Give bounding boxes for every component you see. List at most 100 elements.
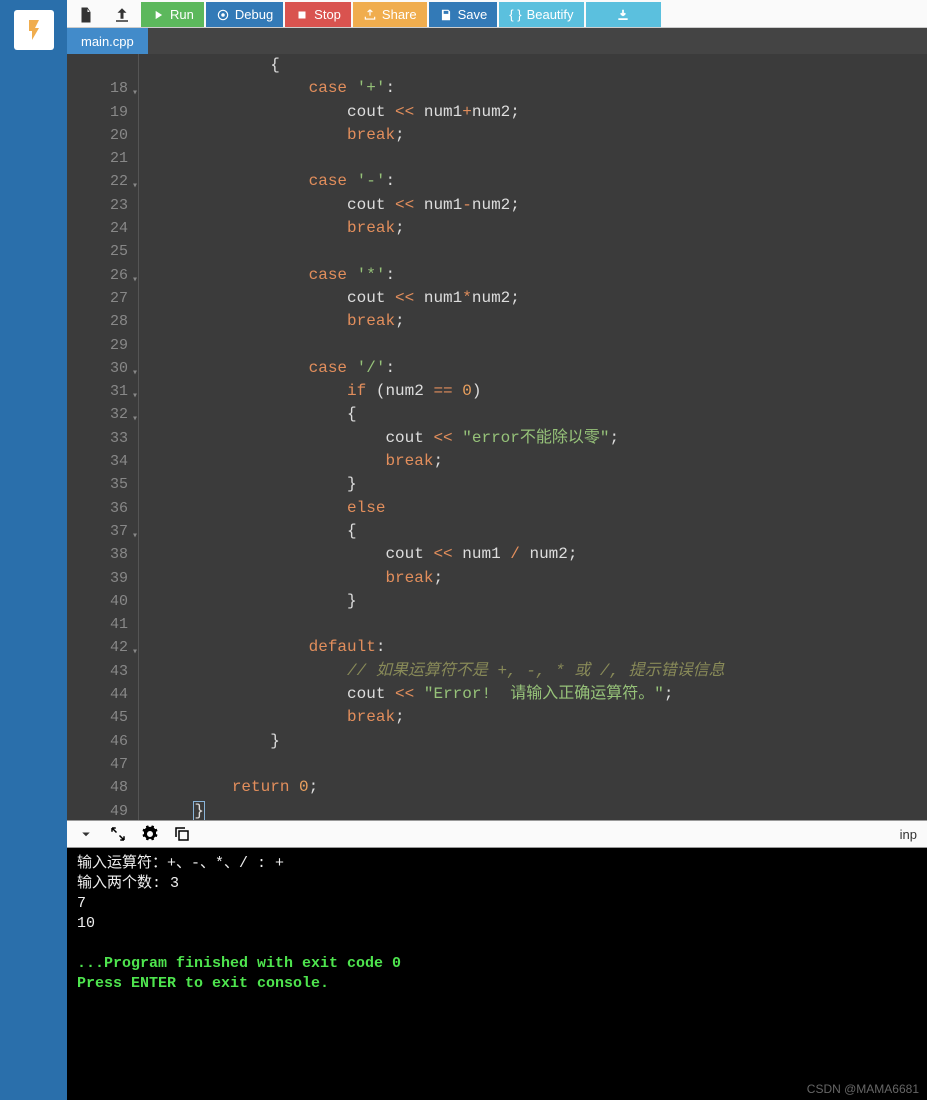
sidebar <box>0 0 67 1100</box>
code-line[interactable] <box>155 147 927 170</box>
line-number: 32▾ <box>67 403 128 426</box>
tab-bar: main.cpp <box>67 28 927 54</box>
line-number: 28 <box>67 310 128 333</box>
code-line[interactable]: cout << "Error! 请输入正确运算符。"; <box>155 683 927 706</box>
tab-main-cpp[interactable]: main.cpp <box>67 28 148 54</box>
code-line[interactable]: } <box>155 730 927 753</box>
line-number: 19 <box>67 101 128 124</box>
stop-button[interactable]: Stop <box>285 2 351 27</box>
download-button[interactable] <box>586 2 661 27</box>
code-line[interactable]: { <box>155 403 927 426</box>
line-number: 40 <box>67 590 128 613</box>
line-number: 45 <box>67 706 128 729</box>
fold-icon[interactable]: ▾ <box>132 82 138 105</box>
line-number: 20 <box>67 124 128 147</box>
run-button[interactable]: Run <box>141 2 204 27</box>
code-line[interactable]: cout << num1-num2; <box>155 194 927 217</box>
console-line: 输入两个数: 3 <box>77 874 917 894</box>
line-number: 22▾ <box>67 170 128 193</box>
copy-icon[interactable] <box>173 825 191 843</box>
code-line[interactable]: } <box>155 590 927 613</box>
code-line[interactable]: // 如果运算符不是 +, -, * 或 /, 提示错误信息 <box>155 660 927 683</box>
code-line[interactable] <box>155 613 927 636</box>
code-line[interactable]: break; <box>155 450 927 473</box>
line-number: 49 <box>67 800 128 821</box>
line-number: 44 <box>67 683 128 706</box>
code-area[interactable]: { case '+': cout << num1+num2; break; ca… <box>139 54 927 820</box>
code-line[interactable]: break; <box>155 217 927 240</box>
line-number: 38 <box>67 543 128 566</box>
fold-icon[interactable]: ▾ <box>132 525 138 548</box>
code-line[interactable]: case '*': <box>155 264 927 287</box>
share-label: Share <box>382 7 417 22</box>
line-number: 30▾ <box>67 357 128 380</box>
gear-icon[interactable] <box>141 825 159 843</box>
line-gutter: 18▾19202122▾23242526▾27282930▾31▾32▾3334… <box>67 54 139 820</box>
code-line[interactable]: cout << num1*num2; <box>155 287 927 310</box>
code-line[interactable]: case '/': <box>155 357 927 380</box>
fold-icon[interactable]: ▾ <box>132 175 138 198</box>
code-line[interactable]: if (num2 == 0) <box>155 380 927 403</box>
console-line: ...Program finished with exit code 0 <box>77 954 917 974</box>
line-number: 39 <box>67 567 128 590</box>
console-right-label: inp <box>900 827 917 842</box>
line-number: 43 <box>67 660 128 683</box>
fold-icon[interactable]: ▾ <box>132 408 138 431</box>
line-number: 25 <box>67 240 128 263</box>
beautify-button[interactable]: { } Beautify <box>499 2 583 27</box>
chevron-down-icon[interactable] <box>77 825 95 843</box>
code-editor[interactable]: 18▾19202122▾23242526▾27282930▾31▾32▾3334… <box>67 54 927 820</box>
save-button[interactable]: Save <box>429 2 498 27</box>
code-line[interactable] <box>155 334 927 357</box>
code-line[interactable]: { <box>155 54 927 77</box>
braces-icon: { } <box>509 7 521 22</box>
code-line[interactable]: else <box>155 497 927 520</box>
fold-icon[interactable]: ▾ <box>132 362 138 385</box>
code-line[interactable]: break; <box>155 310 927 333</box>
fold-icon[interactable]: ▾ <box>132 385 138 408</box>
line-number: 26▾ <box>67 264 128 287</box>
code-line[interactable]: break; <box>155 124 927 147</box>
debug-label: Debug <box>235 7 273 22</box>
code-line[interactable]: default: <box>155 636 927 659</box>
code-line[interactable]: return 0; <box>155 776 927 799</box>
line-number: 33 <box>67 427 128 450</box>
console-output[interactable]: 输入运算符：+、-、*、/ : +输入两个数: 3710...Program f… <box>67 848 927 1100</box>
fold-icon[interactable]: ▾ <box>132 269 138 292</box>
stop-label: Stop <box>314 7 341 22</box>
line-number: 48 <box>67 776 128 799</box>
line-number: 35 <box>67 473 128 496</box>
line-number: 27 <box>67 287 128 310</box>
line-number: 47 <box>67 753 128 776</box>
code-line[interactable]: break; <box>155 567 927 590</box>
code-line[interactable] <box>155 240 927 263</box>
upload-button[interactable] <box>105 2 139 27</box>
code-line[interactable]: cout << num1 / num2; <box>155 543 927 566</box>
tab-label: main.cpp <box>81 34 134 49</box>
code-line[interactable]: } <box>155 473 927 496</box>
expand-icon[interactable] <box>109 825 127 843</box>
code-line[interactable]: cout << num1+num2; <box>155 101 927 124</box>
debug-button[interactable]: Debug <box>206 2 283 27</box>
code-line[interactable]: case '-': <box>155 170 927 193</box>
share-button[interactable]: Share <box>353 2 427 27</box>
console-line <box>77 934 917 954</box>
line-number: 42▾ <box>67 636 128 659</box>
toolbar: Run Debug Stop Share Save { } Beautify <box>67 0 927 28</box>
code-line[interactable]: { <box>155 520 927 543</box>
beautify-label: Beautify <box>527 7 574 22</box>
code-line[interactable]: } <box>155 800 927 821</box>
code-line[interactable]: cout << "error不能除以零"; <box>155 427 927 450</box>
new-file-button[interactable] <box>69 2 103 27</box>
line-number: 34 <box>67 450 128 473</box>
line-number: 46 <box>67 730 128 753</box>
line-number: 36 <box>67 497 128 520</box>
code-line[interactable]: case '+': <box>155 77 927 100</box>
console-line: 7 <box>77 894 917 914</box>
run-label: Run <box>170 7 194 22</box>
code-line[interactable]: break; <box>155 706 927 729</box>
fold-icon[interactable]: ▾ <box>132 641 138 664</box>
code-line[interactable] <box>155 753 927 776</box>
logo-icon <box>14 10 54 50</box>
console-line: 输入运算符：+、-、*、/ : + <box>77 854 917 874</box>
